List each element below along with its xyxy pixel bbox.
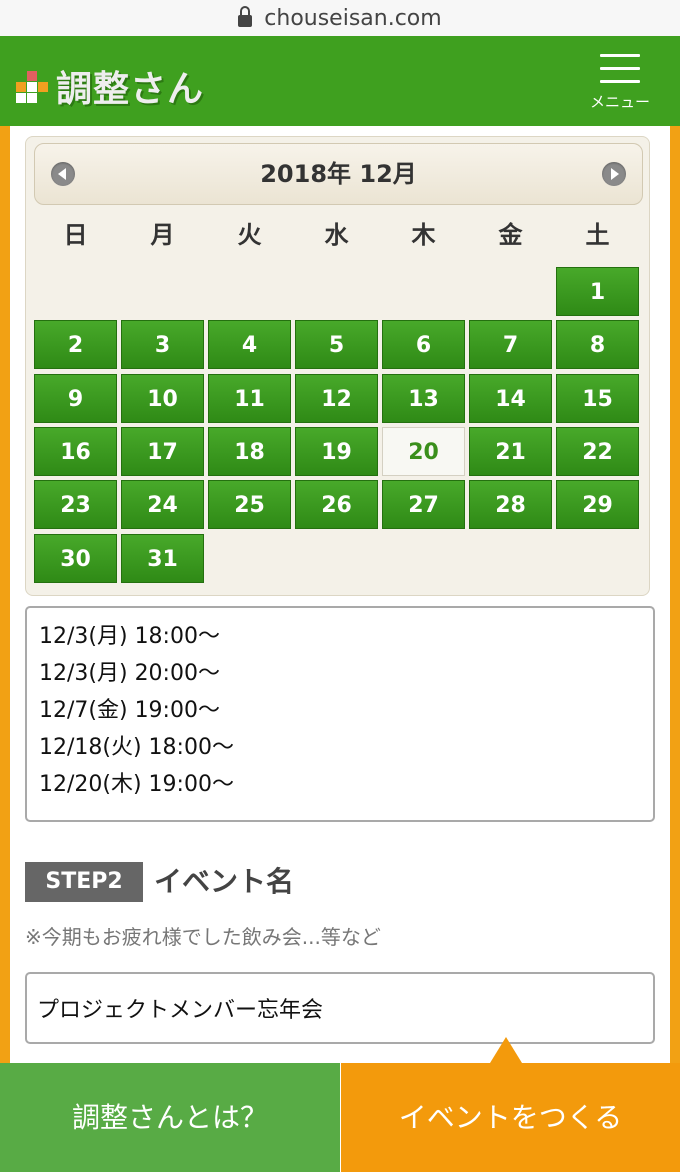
weekday-label: 水: [324, 221, 349, 249]
candidate-date-line: 12/3(月) 20:00〜: [39, 661, 220, 686]
calendar-day-8[interactable]: 8: [556, 320, 639, 370]
event-name-input[interactable]: [25, 972, 655, 1044]
calendar-day-23[interactable]: 23: [34, 480, 117, 530]
event-name-hint: ※今期もお疲れ様でした飲み会...等など: [25, 925, 381, 949]
calendar-day-29[interactable]: 29: [556, 480, 639, 530]
calendar-day-2[interactable]: 2: [34, 320, 117, 370]
weekday-label: 月: [150, 221, 175, 249]
left-rail: [0, 126, 10, 1072]
bottom-bar: 調整さんとは？ イベントをつくる: [0, 1063, 680, 1172]
calendar-day-30[interactable]: 30: [34, 533, 117, 583]
candidate-dates-textarea[interactable]: 12/3(月) 18:00〜 12/3(月) 20:00〜 12/7(金) 19:0…: [25, 606, 655, 822]
calendar-day-28[interactable]: 28: [469, 480, 552, 530]
calendar-day-5[interactable]: 5: [295, 320, 378, 370]
calendar-day-14[interactable]: 14: [469, 373, 552, 423]
weekday-label: 木: [411, 221, 436, 249]
calendar-day-15[interactable]: 15: [556, 373, 639, 423]
hamburger-icon-bar: [600, 67, 640, 70]
weekday-label: 土: [585, 221, 610, 249]
calendar-day-3[interactable]: 3: [121, 320, 204, 370]
candidate-date-line: 12/7(金) 19:00〜: [39, 698, 220, 723]
prev-month-icon[interactable]: [51, 162, 75, 186]
calendar-day-27[interactable]: 27: [382, 480, 465, 530]
url-bar[interactable]: chouseisan.com: [0, 0, 680, 36]
calendar-day-20[interactable]: 20: [382, 426, 465, 476]
calendar-day-12[interactable]: 12: [295, 373, 378, 423]
calendar-day-24[interactable]: 24: [121, 480, 204, 530]
url-text: chouseisan.com: [264, 5, 442, 31]
calendar-day-21[interactable]: 21: [469, 426, 552, 476]
logo-icon: [16, 68, 52, 104]
calendar-header: 2018年 12月: [34, 143, 643, 205]
calendar-day-11[interactable]: 11: [208, 373, 291, 423]
calendar-day-18[interactable]: 18: [208, 426, 291, 476]
calendar-day-26[interactable]: 26: [295, 480, 378, 530]
weekday-label: 金: [498, 221, 523, 249]
step-title: イベント名: [154, 865, 295, 898]
calendar-month-title: 2018年 12月: [260, 160, 417, 188]
candidate-date-line: 12/18(火) 18:00〜: [39, 735, 234, 760]
candidate-date-line: 12/3(月) 18:00〜: [39, 624, 220, 649]
calendar-day-19[interactable]: 19: [295, 426, 378, 476]
menu-button[interactable]: メニュー: [584, 54, 656, 118]
calendar-day-16[interactable]: 16: [34, 426, 117, 476]
calendar-day-31[interactable]: 31: [121, 533, 204, 583]
site-header: 調整さん メニュー: [0, 36, 680, 126]
site-logo[interactable]: 調整さん: [16, 60, 204, 112]
candidate-date-line: 12/20(木) 19:00〜: [39, 772, 234, 797]
calendar-day-1[interactable]: 1: [556, 267, 639, 316]
calendar-day-7[interactable]: 7: [469, 320, 552, 370]
next-month-icon[interactable]: [602, 162, 626, 186]
menu-label: メニュー: [589, 93, 650, 111]
calendar-day-4[interactable]: 4: [208, 320, 291, 370]
weekday-label: 日: [63, 221, 88, 249]
lock-icon: [238, 6, 253, 27]
about-button[interactable]: 調整さんとは？: [0, 1063, 340, 1172]
pointer-arrow: [490, 1037, 522, 1063]
calendar-day-9[interactable]: 9: [34, 373, 117, 423]
calendar-day-17[interactable]: 17: [121, 426, 204, 476]
calendar: 2018年 12月 日月火水木金土 1 2 3 4 5 6 7 8 9 10 11 12 13 14 15 1…: [25, 136, 650, 596]
calendar-day-10[interactable]: 10: [121, 373, 204, 423]
weekday-label: 火: [237, 221, 262, 249]
calendar-day-25[interactable]: 25: [208, 480, 291, 530]
hamburger-icon-bar: [600, 80, 640, 83]
right-rail: [670, 126, 680, 1072]
hamburger-icon: [600, 54, 640, 57]
calendar-day-13[interactable]: 13: [382, 373, 465, 423]
step-badge: STEP2: [25, 862, 143, 902]
logo-text: 調整さん: [56, 69, 205, 110]
calendar-day-22[interactable]: 22: [556, 426, 639, 476]
weekday-row: 日月火水木金土: [34, 215, 643, 255]
calendar-day-6[interactable]: 6: [382, 320, 465, 370]
create-event-button[interactable]: イベントをつくる: [341, 1063, 680, 1172]
